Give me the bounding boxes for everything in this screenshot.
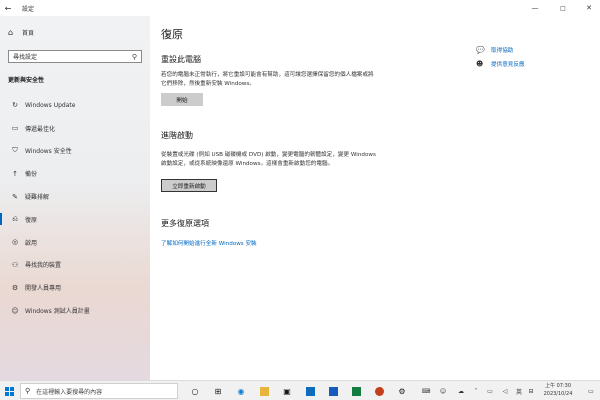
minimize-button[interactable]: — xyxy=(522,0,548,16)
sidebar-item-backup[interactable]: ↑ 備份 xyxy=(0,162,150,185)
sidebar-item-label: Windows 測試人員計畫 xyxy=(25,308,90,316)
powerpoint-icon[interactable] xyxy=(370,381,388,400)
advanced-startup-heading: 進階啟動 xyxy=(161,131,193,140)
sidebar-item-label: 復原 xyxy=(25,216,38,224)
edge-icon[interactable]: ◉ xyxy=(232,381,250,400)
store-icon[interactable]: ▣ xyxy=(278,381,296,400)
reset-start-button[interactable]: 開始 xyxy=(161,93,203,106)
settings-gear-icon[interactable]: ⚙ xyxy=(393,381,411,400)
page-title: 復原 xyxy=(161,28,183,41)
help-chat-icon: 💬 xyxy=(476,46,485,54)
refresh-icon: ↻ xyxy=(12,101,18,110)
settings-window: ← 設定 — □ ✕ ⌂ 首頁 尋找設定 ⚲ 更新與安全性 ↻ Windows … xyxy=(0,0,600,380)
widgets-icon[interactable]: ⊞ xyxy=(209,381,227,400)
wrench-icon: ✎ xyxy=(12,192,18,201)
search-placeholder: 尋找設定 xyxy=(13,54,38,61)
volume-icon[interactable]: ◁ xyxy=(499,381,511,400)
feedback-icon: ☻ xyxy=(476,60,484,68)
taskbar-search-box[interactable]: ⚲ 在這裡輸入要搜尋的內容 xyxy=(20,383,178,399)
keyboard-icon[interactable]: ⌨ xyxy=(420,381,432,400)
excel-icon[interactable] xyxy=(347,381,365,400)
cloud-icon[interactable]: ☁ xyxy=(455,381,467,400)
sidebar-item-label: 疑難排解 xyxy=(25,194,50,202)
sidebar-item-label: Windows 安全性 xyxy=(25,148,72,156)
sidebar-item-windows-update[interactable]: ↻ Windows Update xyxy=(0,94,150,117)
network-icon[interactable]: ▭ xyxy=(484,381,496,400)
fresh-install-link[interactable]: 了解如何開始進行全新 Windows 安裝 xyxy=(161,239,257,247)
sidebar-item-label: 啟用 xyxy=(25,239,38,247)
sidebar-item-label: 尋找我的裝置 xyxy=(25,262,62,270)
window-title: 設定 xyxy=(22,5,35,13)
people-icon[interactable]: ☺ xyxy=(437,381,449,400)
sidebar-nav: ↻ Windows Update ▭ 傳遞最佳化 ⛉ Windows 安全性 ↑… xyxy=(0,94,150,322)
start-button[interactable] xyxy=(0,381,18,400)
search-icon: ⚲ xyxy=(131,52,137,61)
reset-description: 若您的電腦未正常執行，將它重設可能會有幫助，這可讓您選擇保留您的個人檔案或將它們… xyxy=(161,72,374,87)
sidebar-item-delivery-optimization[interactable]: ▭ 傳遞最佳化 xyxy=(0,117,150,140)
notification-icon[interactable]: ▭ xyxy=(584,381,598,400)
sidebar-item-label: 開發人員專用 xyxy=(25,285,62,293)
windows-logo-icon xyxy=(4,386,14,396)
close-button[interactable]: ✕ xyxy=(576,0,600,16)
reset-heading: 重設此電腦 xyxy=(161,55,201,64)
home-icon: ⌂ xyxy=(8,27,14,37)
taskbar-search-placeholder: 在這裡輸入要搜尋的內容 xyxy=(36,388,103,396)
shield-icon: ⛉ xyxy=(12,146,18,155)
home-nav-item[interactable]: ⌂ 首頁 xyxy=(0,24,150,40)
sidebar: ⌂ 首頁 尋找設定 ⚲ 更新與安全性 ↻ Windows Update ▭ 傳遞… xyxy=(0,16,150,380)
sidebar-item-for-developers[interactable]: ⚙ 開發人員專用 xyxy=(0,276,150,299)
sidebar-section-title: 更新與安全性 xyxy=(8,77,45,84)
settings-search-input[interactable]: 尋找設定 ⚲ xyxy=(8,50,142,63)
backup-arrow-icon: ↑ xyxy=(12,169,18,178)
title-bar: ← 設定 xyxy=(0,0,600,16)
sidebar-item-label: Windows Update xyxy=(25,101,76,109)
ime-options-icon[interactable]: ⊟ xyxy=(526,381,536,400)
sidebar-item-activation[interactable]: ◎ 啟用 xyxy=(0,231,150,254)
sidebar-item-label: 備份 xyxy=(25,171,38,179)
sidebar-item-windows-insider[interactable]: ☺ Windows 測試人員計畫 xyxy=(0,299,150,322)
delivery-optimization-icon: ▭ xyxy=(11,124,19,133)
advanced-startup-description: 從裝置或光碟 (例如 USB 磁碟機或 DVD) 啟動，變更電腦的韌體設定，變更… xyxy=(161,152,376,167)
give-feedback-link[interactable]: ☻ 提供意見反應 xyxy=(476,60,525,68)
taskbar: ⚲ 在這裡輸入要搜尋的內容 ○ ⊞ ◉ ▣ ⚙ ⌨ ☺ ☁ ˄ ▭ ◁ 英 ⊟ … xyxy=(0,380,600,400)
get-help-link[interactable]: 💬 取得協助 xyxy=(476,46,513,54)
recovery-icon: ⎌ xyxy=(12,214,18,223)
search-icon: ⚲ xyxy=(25,387,31,395)
tray-overflow-icon[interactable]: ˄ xyxy=(470,381,482,400)
clock-date: 2023/10/24 xyxy=(543,391,573,397)
word-icon[interactable] xyxy=(324,381,342,400)
sidebar-item-troubleshoot[interactable]: ✎ 疑難排解 xyxy=(0,185,150,208)
sidebar-item-windows-security[interactable]: ⛉ Windows 安全性 xyxy=(0,140,150,163)
file-explorer-icon[interactable] xyxy=(255,381,273,400)
give-feedback-label: 提供意見反應 xyxy=(491,62,525,68)
get-help-label: 取得協助 xyxy=(491,48,514,54)
back-arrow-icon[interactable]: ← xyxy=(0,4,16,13)
home-label: 首頁 xyxy=(22,29,35,37)
ime-mode-indicator[interactable]: 英 xyxy=(513,381,525,400)
restart-now-button[interactable]: 立即重新啟動 xyxy=(161,179,217,192)
more-recovery-heading: 更多復原選項 xyxy=(161,219,209,228)
sidebar-item-find-my-device[interactable]: ⚇ 尋找我的裝置 xyxy=(0,254,150,277)
task-view-icon[interactable]: ○ xyxy=(186,381,204,400)
developer-icon: ⚙ xyxy=(11,283,19,292)
sidebar-item-recovery[interactable]: ⎌ 復原 xyxy=(0,208,150,231)
check-circle-icon: ◎ xyxy=(11,238,19,247)
mail-icon[interactable] xyxy=(301,381,319,400)
insider-icon: ☺ xyxy=(11,306,19,315)
main-content: 復原 重設此電腦 若您的電腦未正常執行，將它重設可能會有幫助，這可讓您選擇保留您… xyxy=(150,16,600,380)
person-locate-icon: ⚇ xyxy=(11,260,19,269)
system-clock[interactable]: 上午 07:30 2023/10/24 xyxy=(538,382,578,398)
clock-time: 上午 07:30 xyxy=(545,383,571,389)
maximize-button[interactable]: □ xyxy=(550,0,576,16)
sidebar-item-label: 傳遞最佳化 xyxy=(25,125,56,133)
